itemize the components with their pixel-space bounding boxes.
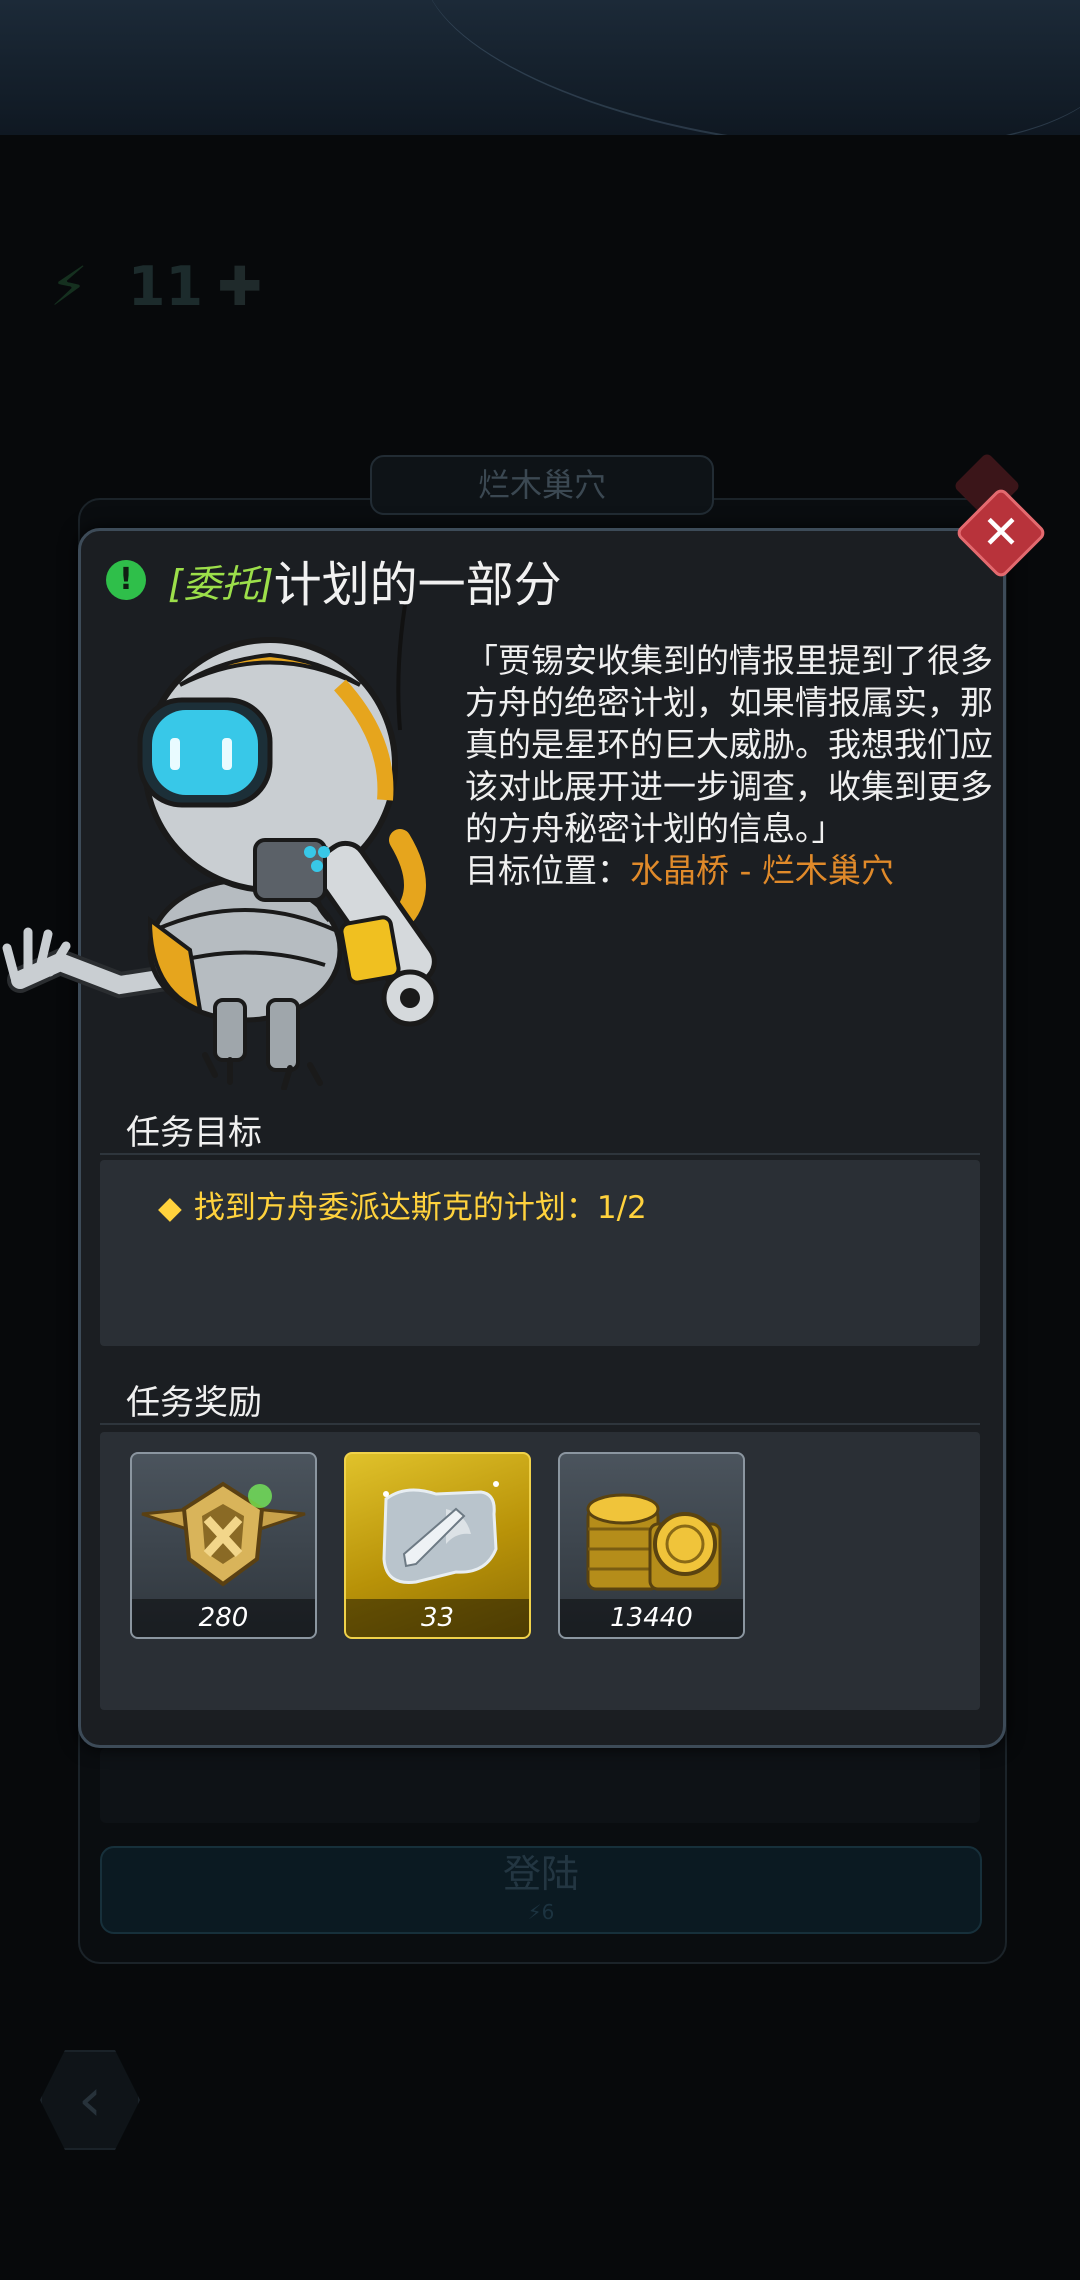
background-energy-counter: ⚡ 11 ✚ [50,255,263,318]
rewards-heading: 任务奖励 [126,1383,262,1423]
reward-gold[interactable]: 13440 [558,1452,745,1639]
objectives-heading: 任务目标 [126,1113,262,1153]
weapon-part-icon [382,1481,499,1585]
diamond-bullet-icon: ◆ [158,1190,182,1226]
target-location-value: 水晶桥 - 烂木巢穴 [630,851,894,890]
back-arrow-icon: ‹ [40,2050,140,2150]
rewards-panel: 280 33 13440 [100,1432,980,1710]
close-icon: ✕ [981,505,1021,559]
add-energy-icon: ✚ [217,255,263,318]
objectives-panel: ◆ 找到方舟委派达斯克的计划：1/2 [100,1160,980,1346]
launch-cost: ⚡6 [527,1900,555,1924]
objectives-divider [100,1153,980,1155]
rewards-divider [100,1423,980,1425]
reward-xp[interactable]: 280 [130,1452,317,1639]
energy-icon: ⚡ [50,255,88,318]
quest-description: 「贾锡安收集到的情报里提到了很多方舟的绝密计划，如果情报属实，那真的是星环的巨大… [465,640,1000,892]
reward-weapon-part[interactable]: 33 [344,1452,531,1639]
objective-item: ◆ 找到方舟委派达斯克的计划：1/2 [158,1190,647,1226]
target-location: 目标位置：水晶桥 - 烂木巢穴 [465,851,894,890]
robot-character-illustration [2,604,439,1090]
background-location-tab: 烂木巢穴 [370,455,714,515]
launch-button: 登陆 ⚡6 [100,1846,982,1934]
xp-badge-icon [141,1481,306,1587]
top-banner [0,0,1080,135]
gold-coins-icon [586,1493,722,1591]
background-strip [100,1748,980,1823]
